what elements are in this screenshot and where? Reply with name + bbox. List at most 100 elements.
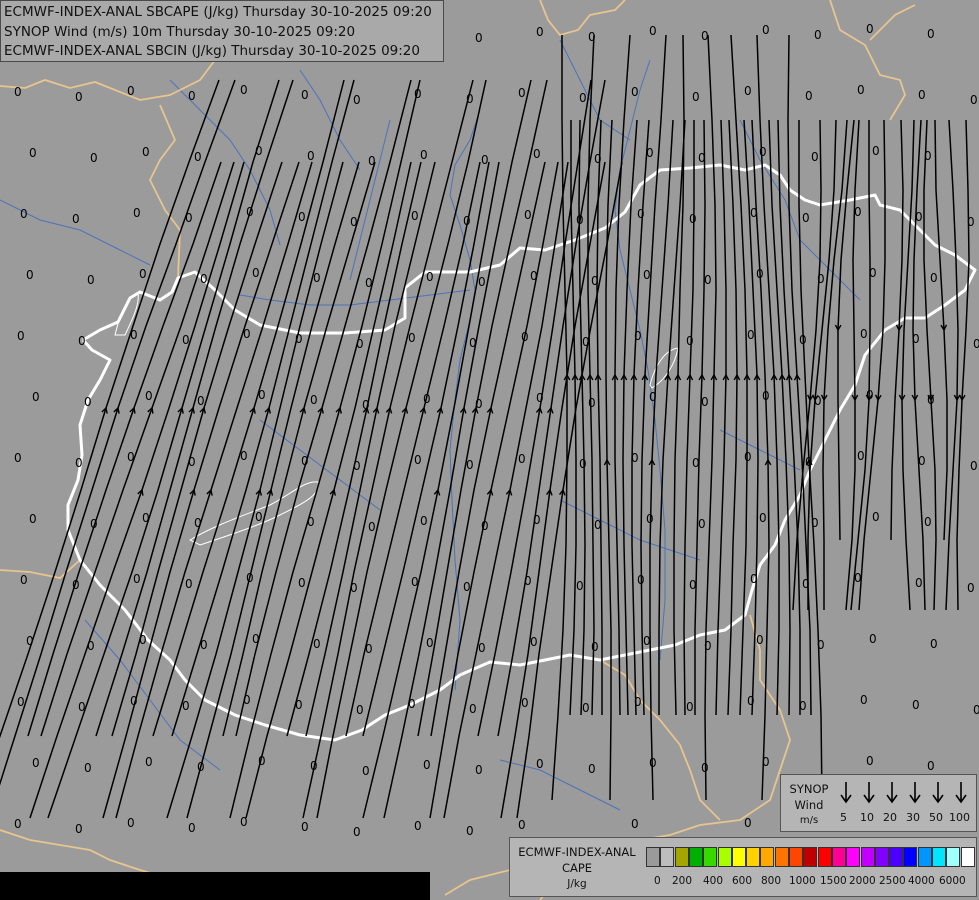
field-value-label: 0: [927, 27, 935, 41]
field-value-label: 0: [686, 334, 694, 348]
field-value-label: 0: [72, 212, 80, 226]
field-value-label: 0: [872, 144, 880, 158]
field-value-label: 0: [811, 150, 819, 164]
field-value-label: 0: [469, 702, 477, 716]
field-value-label: 0: [84, 395, 92, 409]
cape-tick-label: 600: [732, 875, 753, 887]
field-value-label: 0: [133, 572, 141, 586]
field-value-label: 0: [84, 761, 92, 775]
field-value-label: 0: [75, 822, 83, 836]
field-value-label: 0: [362, 764, 370, 778]
weather-map[interactable]: 0 0 0 0 0 0 0 0 0 0 0 0 0 0 0 0 0 0 0 0 0 0 0 0 0 0 0 0 0 0 0 0 0 0 0 0 0 0 0 0…: [0, 0, 979, 900]
field-value-label: 0: [423, 758, 431, 772]
wind-streamline: [923, 119, 937, 611]
cape-tick-label: 2500: [879, 875, 906, 887]
field-value-label: 0: [701, 395, 709, 409]
wind-legend-arrow-icon: [840, 782, 852, 804]
field-value-label: 0: [475, 763, 483, 777]
field-value-label: 0: [530, 635, 538, 649]
field-value-label: 0: [127, 816, 135, 830]
field-value-label: 0: [26, 268, 34, 282]
field-value-label: 0: [686, 700, 694, 714]
field-value-label: 0: [970, 93, 978, 107]
wind-streamline: [286, 161, 422, 737]
no-data-area: [0, 872, 430, 900]
wind-streamline: [673, 34, 685, 716]
field-value-label: 0: [252, 266, 260, 280]
field-value-label: 0: [353, 825, 361, 839]
title-wind: SYNOP Wind (m/s) 10m Thursday 30-10-2025…: [4, 24, 356, 40]
cape-legend-title-1: ECMWF-INDEX-ANAL: [518, 845, 636, 859]
field-value-label: 0: [420, 514, 428, 528]
field-value-label: 0: [29, 512, 37, 526]
field-value-label: 0: [356, 703, 364, 717]
field-value-label: 0: [689, 212, 697, 226]
field-value-label: 0: [255, 510, 263, 524]
wind-streamline: [586, 34, 595, 716]
wind-legend-arrow-icon: [863, 782, 875, 804]
field-value-label: 0: [127, 84, 135, 98]
field-value-label: 0: [927, 759, 935, 773]
field-value-label: 0: [860, 327, 868, 341]
field-value-label: 0: [145, 389, 153, 403]
field-value-label: 0: [518, 86, 526, 100]
title-cape: ECMWF-INDEX-ANAL SBCAPE (J/kg) Thursday …: [4, 4, 432, 20]
field-value-label: 0: [582, 701, 590, 715]
cape-swatch: [932, 847, 946, 867]
lake-tisza: [649, 347, 679, 389]
field-value-label: 0: [32, 756, 40, 770]
field-value-label: 0: [475, 31, 483, 45]
wind-value-100: 100: [949, 811, 970, 824]
cape-tick-label: 800: [761, 875, 782, 887]
cape-swatch: [946, 847, 961, 867]
wind-streamline: [611, 34, 631, 716]
field-value-label: 0: [518, 452, 526, 466]
cape-swatch: [789, 847, 803, 867]
field-value-label: 0: [310, 393, 318, 407]
field-value-label: 0: [368, 520, 376, 534]
field-value-label: 0: [747, 328, 755, 342]
cape-tick-label: 2000: [849, 875, 876, 887]
wind-streamline: [648, 119, 674, 801]
field-value-label: 0: [744, 450, 752, 464]
wind-arrow-icons: [840, 782, 967, 804]
field-value-label: 0: [576, 579, 584, 593]
field-value-label: 0: [759, 145, 767, 159]
wind-streamline: [102, 161, 300, 819]
wind-value-50: 50: [929, 811, 943, 824]
cape-swatch: [803, 847, 818, 867]
field-value-label: 0: [87, 273, 95, 287]
field-value-label: 0: [518, 818, 526, 832]
field-value-label: 0: [478, 641, 486, 655]
field-value-label: 0: [20, 207, 28, 221]
field-value-label: 0: [866, 22, 874, 36]
field-value-label: 0: [200, 272, 208, 286]
wind-streamline: [834, 119, 855, 541]
lakes-layer: [114, 291, 679, 546]
field-value-label: 0: [307, 149, 315, 163]
field-value-label: 0: [14, 85, 22, 99]
cape-swatch: [917, 847, 932, 867]
field-value-label: 0: [17, 329, 25, 343]
field-value-label: 0: [649, 24, 657, 38]
cape-swatch: [831, 847, 846, 867]
field-value-label: 0: [301, 820, 309, 834]
field-value-label: 0: [75, 456, 83, 470]
cape-swatch: [660, 847, 675, 867]
field-value-label: 0: [408, 331, 416, 345]
wind-legend: SYNOP Wind m/s 5 10 20 30 50 100: [780, 774, 977, 832]
field-value-label: 0: [631, 817, 639, 831]
wind-streamline: [890, 119, 904, 541]
wind-streamline: [715, 119, 730, 716]
river-10: [499, 759, 621, 811]
field-value-label: 0: [744, 816, 752, 830]
field-value-label: 0: [967, 581, 975, 595]
wind-streamline: [235, 79, 412, 737]
cape-tick-label: 4000: [908, 875, 935, 887]
field-value-label: 0: [20, 573, 28, 587]
field-value-label: 0: [692, 90, 700, 104]
cape-tick-label: 400: [703, 875, 724, 887]
field-value-label: 0: [588, 762, 596, 776]
field-value-label: 0: [643, 268, 651, 282]
wind-streamline: [956, 119, 970, 611]
